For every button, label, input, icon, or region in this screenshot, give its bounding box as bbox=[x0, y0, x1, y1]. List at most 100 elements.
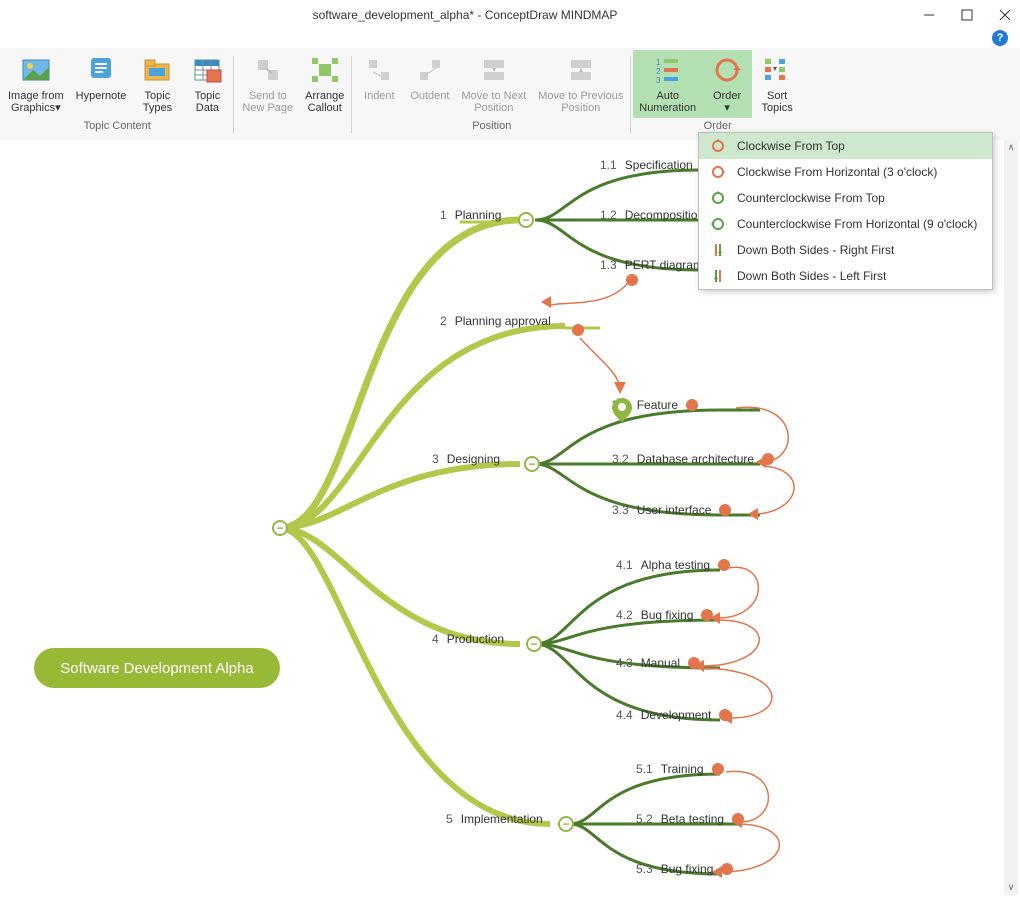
ribbon-group-topic-content: Image fromGraphics▾ Hypernote TopicTypes… bbox=[0, 48, 234, 155]
topic-number: 2 bbox=[440, 314, 447, 328]
subtopic[interactable]: 1.2Decomposition bbox=[600, 208, 704, 222]
send-new-page-button: Send toNew Page bbox=[236, 50, 299, 118]
topic-planning-approval[interactable]: 2 Planning approval bbox=[440, 314, 551, 328]
topic-number: 5.2 bbox=[636, 812, 653, 826]
topic-number: 4.4 bbox=[616, 708, 633, 722]
collapse-toggle[interactable]: − bbox=[518, 212, 534, 228]
menu-item-cw-top[interactable]: Clockwise From Top bbox=[699, 133, 992, 159]
menu-item-ccw-horiz[interactable]: Counterclockwise From Horizontal (9 o'cl… bbox=[699, 211, 992, 237]
topic-number: 4.1 bbox=[616, 558, 633, 572]
topic-designing[interactable]: 3 Designing bbox=[432, 452, 500, 466]
menu-item-cw-horiz[interactable]: Clockwise From Horizontal (3 o'clock) bbox=[699, 159, 992, 185]
ribbon-label: TopicTypes bbox=[143, 90, 172, 114]
scroll-down-button[interactable]: ∨ bbox=[1008, 882, 1015, 893]
send-icon bbox=[252, 54, 284, 86]
menu-label: Clockwise From Top bbox=[737, 139, 845, 153]
sort-topics-button[interactable]: SortTopics bbox=[752, 50, 802, 118]
collapse-toggle[interactable]: − bbox=[558, 816, 574, 832]
collapse-toggle[interactable]: − bbox=[524, 456, 540, 472]
minimize-button[interactable] bbox=[922, 8, 936, 22]
topic-label: Planning bbox=[455, 208, 502, 222]
subtopic[interactable]: 4.4 Development bbox=[616, 708, 731, 722]
subtopic[interactable]: 3.2 Database architecture bbox=[612, 452, 774, 466]
svg-text:2: 2 bbox=[656, 67, 661, 76]
ribbon-label: Move to NextPosition bbox=[461, 90, 526, 114]
ccw-icon bbox=[709, 215, 727, 233]
menu-item-down-right[interactable]: Down Both Sides - Right First bbox=[699, 237, 992, 263]
move-next-button: Move to NextPosition bbox=[455, 50, 532, 118]
topic-number: 4.2 bbox=[616, 608, 633, 622]
ribbon-label: Send toNew Page bbox=[242, 90, 293, 114]
topic-number: 1.3 bbox=[600, 258, 617, 272]
group-label: Position bbox=[354, 118, 629, 136]
folder-icon bbox=[141, 54, 173, 86]
cw-icon bbox=[709, 163, 727, 181]
topic-label: Bug fixing bbox=[661, 862, 714, 876]
topic-label: Feature bbox=[637, 398, 678, 412]
topic-number: 3.2 bbox=[612, 452, 629, 466]
vertical-scrollbar[interactable]: ∧ ∨ bbox=[1004, 140, 1018, 895]
collapse-toggle[interactable]: − bbox=[272, 520, 288, 536]
topic-label: Database architecture bbox=[637, 452, 754, 466]
svg-text:1: 1 bbox=[656, 58, 661, 67]
maximize-button[interactable] bbox=[960, 8, 974, 22]
subtopic[interactable]: 5.1Training bbox=[636, 762, 724, 776]
topic-label: Bug fixing bbox=[641, 608, 694, 622]
ribbon-label: Image fromGraphics▾ bbox=[8, 90, 64, 114]
scroll-up-button[interactable]: ∧ bbox=[1008, 142, 1015, 153]
collapse-toggle[interactable]: − bbox=[526, 636, 542, 652]
menu-item-down-left[interactable]: Down Both Sides - Left First bbox=[699, 263, 992, 289]
ccw-icon bbox=[709, 189, 727, 207]
topic-label: Specification bbox=[625, 158, 693, 172]
close-button[interactable] bbox=[998, 8, 1012, 22]
ribbon-label: TopicData bbox=[195, 90, 221, 114]
cw-icon bbox=[709, 137, 727, 155]
root-topic[interactable]: Software Development Alpha bbox=[34, 648, 280, 688]
root-label: Software Development Alpha bbox=[60, 660, 253, 677]
topic-implementation[interactable]: 5Implementation bbox=[446, 812, 543, 826]
ribbon-group-position: Indent Outdent Move to NextPosition Move… bbox=[352, 48, 631, 155]
svg-text:3: 3 bbox=[656, 76, 661, 85]
relation-dot bbox=[719, 504, 731, 516]
subtopic[interactable]: 4.2 Bug fixing bbox=[616, 608, 713, 622]
topic-label: Designing bbox=[447, 452, 500, 466]
topic-label: Manual bbox=[641, 656, 680, 670]
topic-label: Development bbox=[641, 708, 712, 722]
topic-label: Planning approval bbox=[455, 314, 551, 328]
image-from-graphics-button[interactable]: Image fromGraphics▾ bbox=[2, 50, 70, 118]
relation-dot bbox=[626, 274, 638, 286]
help-icon[interactable]: ? bbox=[992, 30, 1008, 46]
subtopic[interactable]: 5.2 Beta testing bbox=[636, 812, 744, 826]
relation-dot bbox=[688, 657, 700, 669]
order-button[interactable]: Order▾ bbox=[702, 50, 752, 118]
subtopic[interactable]: 5.3Bug fixing bbox=[636, 862, 733, 876]
relation-dot bbox=[718, 559, 730, 571]
next-icon bbox=[478, 54, 510, 86]
subtopic[interactable]: 4.3 Manual bbox=[616, 656, 700, 670]
topic-number: 3 bbox=[432, 452, 439, 466]
subtopic[interactable]: 3.1 Feature bbox=[612, 398, 698, 412]
topic-types-button[interactable]: TopicTypes bbox=[132, 50, 182, 118]
topic-data-button[interactable]: TopicData bbox=[182, 50, 232, 118]
sort-icon bbox=[761, 54, 793, 86]
ribbon-group-page: Send toNew Page ArrangeCallout bbox=[234, 48, 352, 155]
numeration-icon: 123 bbox=[652, 54, 684, 86]
outdent-button: Outdent bbox=[404, 50, 455, 118]
arrange-callout-button[interactable]: ArrangeCallout bbox=[299, 50, 350, 118]
hypernote-button[interactable]: Hypernote bbox=[70, 50, 133, 118]
indent-icon bbox=[363, 54, 395, 86]
subtopic[interactable]: 1.1Specification bbox=[600, 158, 693, 172]
auto-numeration-button[interactable]: 123AutoNumeration bbox=[633, 50, 702, 118]
topic-production[interactable]: 4Production bbox=[432, 632, 504, 646]
prev-icon bbox=[565, 54, 597, 86]
topic-planning[interactable]: 1Planning bbox=[440, 208, 501, 222]
topic-label: Beta testing bbox=[661, 812, 724, 826]
subtopic[interactable]: 3.3User interface bbox=[612, 503, 731, 517]
topic-label: User interface bbox=[637, 503, 712, 517]
table-icon bbox=[191, 54, 223, 86]
menu-item-ccw-top[interactable]: Counterclockwise From Top bbox=[699, 185, 992, 211]
down-icon bbox=[709, 241, 727, 259]
topic-number: 4.3 bbox=[616, 656, 633, 670]
topic-label: PERT diagram bbox=[625, 258, 703, 272]
subtopic[interactable]: 4.1Alpha testing bbox=[616, 558, 730, 572]
